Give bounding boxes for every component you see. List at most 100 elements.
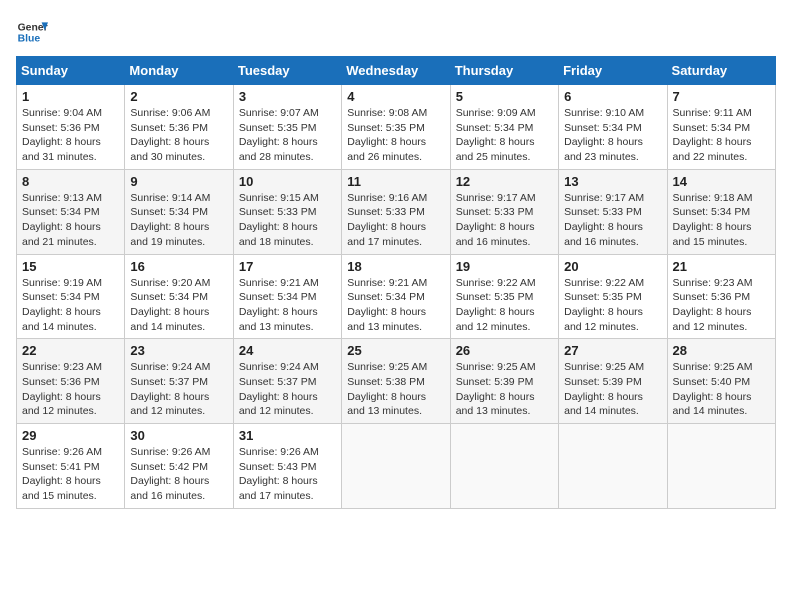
day-cell: 28 Sunrise: 9:25 AM Sunset: 5:40 PM Dayl… [667,339,775,424]
day-cell: 10 Sunrise: 9:15 AM Sunset: 5:33 PM Dayl… [233,169,341,254]
day-number: 7 [673,89,770,104]
day-number: 22 [22,343,119,358]
day-info: Sunrise: 9:22 AM Sunset: 5:35 PM Dayligh… [564,276,661,335]
day-number: 25 [347,343,444,358]
day-number: 14 [673,174,770,189]
weekday-monday: Monday [125,57,233,85]
day-number: 5 [456,89,553,104]
week-row-1: 1 Sunrise: 9:04 AM Sunset: 5:36 PM Dayli… [17,85,776,170]
day-cell: 6 Sunrise: 9:10 AM Sunset: 5:34 PM Dayli… [559,85,667,170]
page-header: General Blue [16,16,776,48]
day-number: 10 [239,174,336,189]
day-info: Sunrise: 9:09 AM Sunset: 5:34 PM Dayligh… [456,106,553,165]
day-info: Sunrise: 9:17 AM Sunset: 5:33 PM Dayligh… [456,191,553,250]
day-info: Sunrise: 9:15 AM Sunset: 5:33 PM Dayligh… [239,191,336,250]
day-cell: 9 Sunrise: 9:14 AM Sunset: 5:34 PM Dayli… [125,169,233,254]
day-info: Sunrise: 9:16 AM Sunset: 5:33 PM Dayligh… [347,191,444,250]
day-number: 26 [456,343,553,358]
day-number: 27 [564,343,661,358]
day-info: Sunrise: 9:26 AM Sunset: 5:42 PM Dayligh… [130,445,227,504]
day-cell: 15 Sunrise: 9:19 AM Sunset: 5:34 PM Dayl… [17,254,125,339]
weekday-friday: Friday [559,57,667,85]
day-number: 15 [22,259,119,274]
day-number: 9 [130,174,227,189]
day-info: Sunrise: 9:17 AM Sunset: 5:33 PM Dayligh… [564,191,661,250]
day-info: Sunrise: 9:08 AM Sunset: 5:35 PM Dayligh… [347,106,444,165]
day-number: 13 [564,174,661,189]
week-row-3: 15 Sunrise: 9:19 AM Sunset: 5:34 PM Dayl… [17,254,776,339]
day-cell: 29 Sunrise: 9:26 AM Sunset: 5:41 PM Dayl… [17,424,125,509]
day-number: 30 [130,428,227,443]
day-info: Sunrise: 9:21 AM Sunset: 5:34 PM Dayligh… [239,276,336,335]
day-number: 3 [239,89,336,104]
day-number: 16 [130,259,227,274]
day-number: 11 [347,174,444,189]
day-number: 31 [239,428,336,443]
weekday-sunday: Sunday [17,57,125,85]
day-cell: 14 Sunrise: 9:18 AM Sunset: 5:34 PM Dayl… [667,169,775,254]
day-cell: 8 Sunrise: 9:13 AM Sunset: 5:34 PM Dayli… [17,169,125,254]
day-cell: 12 Sunrise: 9:17 AM Sunset: 5:33 PM Dayl… [450,169,558,254]
day-info: Sunrise: 9:18 AM Sunset: 5:34 PM Dayligh… [673,191,770,250]
day-info: Sunrise: 9:20 AM Sunset: 5:34 PM Dayligh… [130,276,227,335]
day-number: 12 [456,174,553,189]
day-cell [450,424,558,509]
day-info: Sunrise: 9:25 AM Sunset: 5:39 PM Dayligh… [564,360,661,419]
day-cell: 20 Sunrise: 9:22 AM Sunset: 5:35 PM Dayl… [559,254,667,339]
day-cell: 7 Sunrise: 9:11 AM Sunset: 5:34 PM Dayli… [667,85,775,170]
day-info: Sunrise: 9:04 AM Sunset: 5:36 PM Dayligh… [22,106,119,165]
day-cell [559,424,667,509]
day-cell: 31 Sunrise: 9:26 AM Sunset: 5:43 PM Dayl… [233,424,341,509]
day-info: Sunrise: 9:25 AM Sunset: 5:39 PM Dayligh… [456,360,553,419]
day-cell: 5 Sunrise: 9:09 AM Sunset: 5:34 PM Dayli… [450,85,558,170]
day-number: 21 [673,259,770,274]
day-number: 2 [130,89,227,104]
day-cell: 26 Sunrise: 9:25 AM Sunset: 5:39 PM Dayl… [450,339,558,424]
day-cell: 11 Sunrise: 9:16 AM Sunset: 5:33 PM Dayl… [342,169,450,254]
day-info: Sunrise: 9:22 AM Sunset: 5:35 PM Dayligh… [456,276,553,335]
day-info: Sunrise: 9:25 AM Sunset: 5:40 PM Dayligh… [673,360,770,419]
day-cell: 19 Sunrise: 9:22 AM Sunset: 5:35 PM Dayl… [450,254,558,339]
day-number: 28 [673,343,770,358]
day-cell: 4 Sunrise: 9:08 AM Sunset: 5:35 PM Dayli… [342,85,450,170]
day-number: 4 [347,89,444,104]
day-info: Sunrise: 9:07 AM Sunset: 5:35 PM Dayligh… [239,106,336,165]
calendar-table: SundayMondayTuesdayWednesdayThursdayFrid… [16,56,776,509]
day-number: 19 [456,259,553,274]
logo-icon: General Blue [16,16,48,48]
day-info: Sunrise: 9:23 AM Sunset: 5:36 PM Dayligh… [22,360,119,419]
day-info: Sunrise: 9:25 AM Sunset: 5:38 PM Dayligh… [347,360,444,419]
day-cell [342,424,450,509]
day-info: Sunrise: 9:24 AM Sunset: 5:37 PM Dayligh… [130,360,227,419]
day-number: 6 [564,89,661,104]
day-number: 8 [22,174,119,189]
day-info: Sunrise: 9:19 AM Sunset: 5:34 PM Dayligh… [22,276,119,335]
day-number: 29 [22,428,119,443]
svg-text:Blue: Blue [18,34,41,45]
day-info: Sunrise: 9:10 AM Sunset: 5:34 PM Dayligh… [564,106,661,165]
day-info: Sunrise: 9:21 AM Sunset: 5:34 PM Dayligh… [347,276,444,335]
day-info: Sunrise: 9:24 AM Sunset: 5:37 PM Dayligh… [239,360,336,419]
week-row-5: 29 Sunrise: 9:26 AM Sunset: 5:41 PM Dayl… [17,424,776,509]
day-number: 1 [22,89,119,104]
day-cell [667,424,775,509]
week-row-2: 8 Sunrise: 9:13 AM Sunset: 5:34 PM Dayli… [17,169,776,254]
day-number: 20 [564,259,661,274]
day-cell: 16 Sunrise: 9:20 AM Sunset: 5:34 PM Dayl… [125,254,233,339]
day-cell: 18 Sunrise: 9:21 AM Sunset: 5:34 PM Dayl… [342,254,450,339]
day-cell: 21 Sunrise: 9:23 AM Sunset: 5:36 PM Dayl… [667,254,775,339]
day-info: Sunrise: 9:13 AM Sunset: 5:34 PM Dayligh… [22,191,119,250]
day-cell: 22 Sunrise: 9:23 AM Sunset: 5:36 PM Dayl… [17,339,125,424]
day-cell: 23 Sunrise: 9:24 AM Sunset: 5:37 PM Dayl… [125,339,233,424]
logo: General Blue [16,16,48,48]
day-number: 18 [347,259,444,274]
day-info: Sunrise: 9:11 AM Sunset: 5:34 PM Dayligh… [673,106,770,165]
weekday-saturday: Saturday [667,57,775,85]
day-info: Sunrise: 9:26 AM Sunset: 5:43 PM Dayligh… [239,445,336,504]
day-info: Sunrise: 9:23 AM Sunset: 5:36 PM Dayligh… [673,276,770,335]
day-cell: 17 Sunrise: 9:21 AM Sunset: 5:34 PM Dayl… [233,254,341,339]
day-cell: 1 Sunrise: 9:04 AM Sunset: 5:36 PM Dayli… [17,85,125,170]
day-info: Sunrise: 9:06 AM Sunset: 5:36 PM Dayligh… [130,106,227,165]
day-cell: 2 Sunrise: 9:06 AM Sunset: 5:36 PM Dayli… [125,85,233,170]
day-cell: 3 Sunrise: 9:07 AM Sunset: 5:35 PM Dayli… [233,85,341,170]
